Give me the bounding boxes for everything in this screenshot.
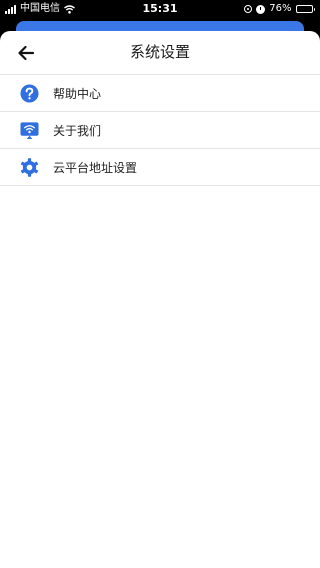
- back-button[interactable]: [13, 41, 39, 65]
- settings-sheet: 系统设置 帮助中心 关于我们 云平台地址设置: [0, 31, 320, 568]
- question-circle-icon: [20, 84, 39, 103]
- battery-percent: 76%: [269, 3, 292, 14]
- menu-item-label: 关于我们: [53, 123, 102, 138]
- arrow-left-icon: [18, 45, 35, 61]
- orientation-lock-icon: [244, 5, 253, 13]
- nav-header: 系统设置: [0, 31, 320, 75]
- battery-icon: [295, 5, 315, 13]
- menu-item-label: 云平台地址设置: [53, 160, 138, 175]
- status-bar: 中国电信 15:31 76%: [0, 0, 320, 18]
- gear-icon: [20, 158, 39, 177]
- menu-item-cloud-address[interactable]: 云平台地址设置: [0, 149, 320, 186]
- wifi-monitor-icon: [20, 122, 39, 140]
- menu-item-about-us[interactable]: 关于我们: [0, 112, 320, 149]
- alarm-icon: [256, 4, 266, 14]
- menu-item-label: 帮助中心: [53, 86, 102, 101]
- page-title: 系统设置: [129, 43, 190, 61]
- menu-item-help-center[interactable]: 帮助中心: [0, 75, 320, 112]
